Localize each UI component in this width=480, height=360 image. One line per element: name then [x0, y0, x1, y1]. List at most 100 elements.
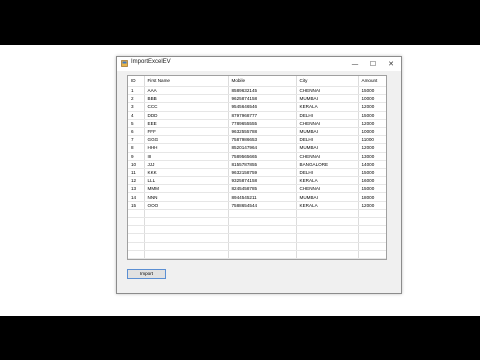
table-row[interactable]: 15 OOO 7588654544 KERALA 12000 [128, 201, 386, 210]
table-cell[interactable]: 15000 [358, 184, 386, 194]
table-cell[interactable]: 15000 [358, 86, 386, 96]
table-cell[interactable] [144, 242, 229, 251]
column-header[interactable]: City [296, 76, 359, 87]
table-cell[interactable] [228, 225, 297, 235]
table-cell[interactable]: 9545646546 [228, 102, 297, 112]
table-cell[interactable]: 7589565665 [228, 152, 297, 161]
table-cell[interactable]: AAA [144, 86, 229, 96]
table-cell[interactable]: HHH [144, 143, 229, 153]
table-cell[interactable] [128, 258, 145, 259]
table-cell[interactable]: 3 [128, 102, 145, 112]
table-row[interactable]: 7 GGG 7587986653 DELHI 11000 [128, 135, 386, 145]
table-cell[interactable]: DELHI [296, 135, 359, 145]
table-cell[interactable]: OOO [144, 201, 229, 210]
table-cell[interactable]: 8589632145 [228, 86, 297, 96]
table-cell[interactable]: 11000 [358, 135, 386, 145]
table-cell[interactable]: CHENNAI [296, 119, 359, 128]
table-cell[interactable] [358, 250, 386, 259]
minimize-button[interactable]: — [346, 57, 364, 71]
table-cell[interactable]: 2 [128, 94, 145, 104]
table-cell[interactable]: 15000 [358, 168, 386, 178]
table-cell[interactable] [358, 258, 386, 259]
table-cell[interactable] [144, 217, 229, 227]
table-cell[interactable] [228, 233, 297, 243]
table-cell[interactable]: GGG [144, 135, 229, 145]
table-cell[interactable] [358, 233, 386, 243]
table-row[interactable]: 11 KKK 9632158759 DELHI 15000 [128, 168, 386, 178]
table-cell[interactable]: 18000 [358, 192, 386, 202]
table-cell[interactable]: 5 [128, 119, 145, 128]
table-cell[interactable] [296, 225, 359, 235]
empty-row[interactable] [128, 217, 386, 227]
table-cell[interactable] [296, 209, 359, 219]
table-row[interactable]: 9 III 7589565665 CHENNAI 13000 [128, 152, 386, 161]
table-row[interactable]: 10 JJJ 8155787855 BANGALORE 14000 [128, 160, 386, 169]
table-cell[interactable]: CHENNAI [296, 184, 359, 194]
table-cell[interactable] [228, 250, 297, 259]
table-cell[interactable] [128, 250, 145, 259]
table-row[interactable]: 12 LLL 9325874158 KERALA 16000 [128, 176, 386, 186]
empty-row[interactable] [128, 242, 386, 251]
table-cell[interactable]: 9625874158 [228, 94, 297, 104]
table-cell[interactable]: LLL [144, 176, 229, 186]
table-cell[interactable]: 6 [128, 127, 145, 137]
column-header[interactable]: First Name [144, 76, 229, 87]
table-cell[interactable]: KERALA [296, 176, 359, 186]
table-cell[interactable]: 14000 [358, 160, 386, 169]
column-header[interactable]: Mobile [228, 76, 297, 87]
table-cell[interactable]: 7789655555 [228, 119, 297, 128]
table-cell[interactable]: 9 [128, 152, 145, 161]
table-row[interactable]: 1 AAA 8589632145 CHENNAI 15000 [128, 86, 386, 96]
table-cell[interactable]: 7588654544 [228, 201, 297, 210]
table-row[interactable]: 13 MMM 8245458785 CHENNAI 15000 [128, 184, 386, 194]
table-cell[interactable]: 12000 [358, 119, 386, 128]
table-cell[interactable]: 12000 [358, 102, 386, 112]
table-cell[interactable] [296, 250, 359, 259]
table-cell[interactable]: 10 [128, 160, 145, 169]
import-button[interactable]: Import [127, 269, 166, 279]
table-cell[interactable]: KKK [144, 168, 229, 178]
table-cell[interactable]: 10000 [358, 94, 386, 104]
table-cell[interactable]: 8245458785 [228, 184, 297, 194]
table-row[interactable]: 14 NNN 8944545211 MUMBAI 18000 [128, 192, 386, 202]
table-cell[interactable] [358, 225, 386, 235]
table-cell[interactable]: JJJ [144, 160, 229, 169]
table-cell[interactable]: MMM [144, 184, 229, 194]
table-cell[interactable]: NNN [144, 192, 229, 202]
table-cell[interactable]: 12 [128, 176, 145, 186]
table-row[interactable]: 5 EEE 7789655555 CHENNAI 12000 [128, 119, 386, 128]
table-cell[interactable]: 11 [128, 168, 145, 178]
column-header[interactable]: Amount [358, 76, 386, 87]
table-cell[interactable]: DELHI [296, 168, 359, 178]
table-cell[interactable]: KERALA [296, 201, 359, 210]
table-cell[interactable]: 4 [128, 111, 145, 120]
table-cell[interactable]: 10000 [358, 127, 386, 137]
table-cell[interactable] [144, 233, 229, 243]
table-cell[interactable] [128, 242, 145, 251]
table-cell[interactable]: 8944545211 [228, 192, 297, 202]
table-row[interactable]: 4 DDD 8797968777 DELHI 15000 [128, 111, 386, 120]
table-cell[interactable] [128, 225, 145, 235]
table-cell[interactable]: EEE [144, 119, 229, 128]
table-cell[interactable]: 9325874158 [228, 176, 297, 186]
table-cell[interactable]: 7587986653 [228, 135, 297, 145]
table-cell[interactable]: 15 [128, 201, 145, 210]
table-row[interactable]: 3 CCC 9545646546 KERALA 12000 [128, 102, 386, 112]
table-cell[interactable]: 8 [128, 143, 145, 153]
table-cell[interactable]: 1 [128, 86, 145, 96]
table-cell[interactable] [296, 233, 359, 243]
table-cell[interactable]: FFF [144, 127, 229, 137]
data-grid[interactable]: ID First Name Mobile City Amount 1 AAA 858… [127, 75, 387, 260]
empty-row[interactable] [128, 209, 386, 219]
table-cell[interactable] [228, 209, 297, 219]
table-cell[interactable]: 15000 [358, 111, 386, 120]
empty-row[interactable] [128, 233, 386, 243]
table-cell[interactable]: 8155787855 [228, 160, 297, 169]
table-cell[interactable]: 8520147964 [228, 143, 297, 153]
table-cell[interactable]: 16000 [358, 176, 386, 186]
table-cell[interactable]: 13 [128, 184, 145, 194]
table-cell[interactable]: BBB [144, 94, 229, 104]
table-cell[interactable] [128, 217, 145, 227]
table-cell[interactable]: CHENNAI [296, 152, 359, 161]
table-cell[interactable] [228, 242, 297, 251]
